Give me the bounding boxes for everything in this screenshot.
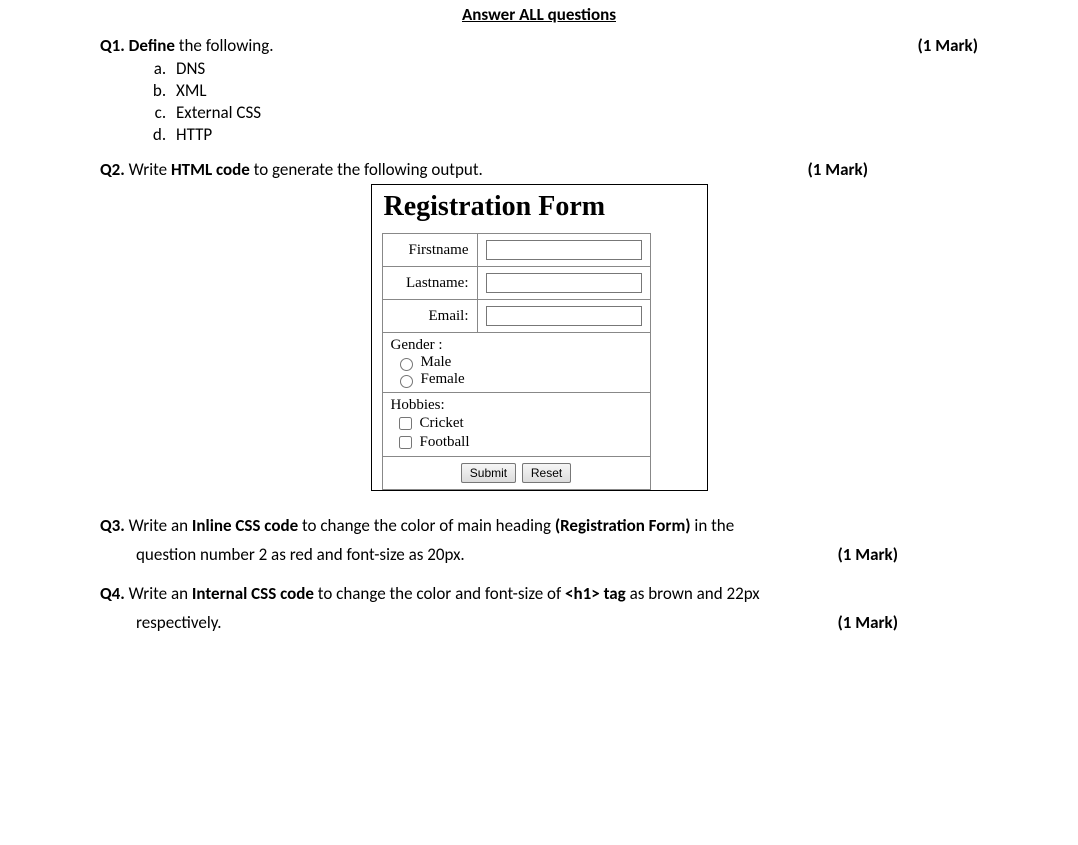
q3-num: Q3. — [100, 515, 125, 536]
q1-rest: the following. — [175, 35, 274, 56]
firstname-label: Firstname — [382, 234, 477, 267]
lastname-cell — [477, 267, 650, 300]
q3-line2-row: question number 2 as red and font-size a… — [136, 544, 978, 565]
q1-item-c: External CSS — [170, 102, 978, 123]
hobby-football-label: Football — [420, 434, 470, 451]
form-heading: Registration Form — [384, 191, 707, 223]
q1-row: Q1. Define the following. (1 Mark) — [100, 35, 978, 56]
gender-row: Gender : Male Female — [382, 333, 650, 393]
q4-post1: as brown and 22px — [626, 583, 760, 604]
q2-pre: Write — [125, 159, 171, 180]
hobby-cricket-checkbox[interactable] — [399, 417, 412, 430]
q3-line2: question number 2 as red and font-size a… — [136, 544, 465, 565]
q2-text: Q2. Write HTML code to generate the foll… — [100, 159, 787, 180]
q3-mid: to change the color of main heading — [298, 515, 555, 536]
gender-male-label: Male — [421, 354, 452, 371]
q1-item-b: XML — [170, 80, 978, 101]
lastname-row: Lastname: — [382, 267, 650, 300]
q2-post: to generate the following output. — [250, 159, 483, 180]
q3-block: Q3. Write an Inline CSS code to change t… — [100, 515, 978, 565]
gender-female-radio[interactable] — [400, 375, 413, 388]
q4-pre: Write an — [125, 583, 192, 604]
q4-line1: Q4. Write an Internal CSS code to change… — [100, 583, 978, 604]
gender-male-row: Male — [395, 354, 642, 371]
lastname-label: Lastname: — [382, 267, 477, 300]
firstname-cell — [477, 234, 650, 267]
q3-bold1: Inline CSS code — [192, 515, 298, 536]
q4-line2: respectively. — [136, 612, 222, 633]
q1-mark: (1 Mark) — [917, 35, 978, 56]
exam-page: Answer ALL questions Q1. Define the foll… — [0, 4, 1078, 673]
q4-mark: (1 Mark) — [837, 612, 898, 633]
registration-form-figure: Registration Form Firstname Lastname: Em… — [371, 184, 708, 491]
q4-mid: to change the color and font-size of — [314, 583, 565, 604]
q1-item-a: DNS — [170, 58, 978, 79]
gender-female-row: Female — [395, 371, 642, 388]
buttons-cell: Submit Reset — [382, 457, 650, 490]
q2-bold: HTML code — [171, 159, 250, 180]
q3-line1: Q3. Write an Inline CSS code to change t… — [100, 515, 978, 536]
lastname-input[interactable] — [486, 273, 642, 293]
email-row: Email: — [382, 300, 650, 333]
q3-bold2: (Registration Form) — [555, 515, 691, 536]
buttons-row: Submit Reset — [382, 457, 650, 490]
q3-mark: (1 Mark) — [837, 544, 898, 565]
email-cell — [477, 300, 650, 333]
form-table: Firstname Lastname: Email: Gender : Male — [382, 233, 651, 490]
q1-num: Q1. — [100, 35, 125, 56]
q2-num: Q2. — [100, 159, 125, 180]
q1-text: Q1. Define the following. — [100, 35, 897, 56]
q4-block: Q4. Write an Internal CSS code to change… — [100, 583, 978, 633]
submit-button[interactable]: Submit — [461, 463, 516, 483]
q2-row: Q2. Write HTML code to generate the foll… — [100, 159, 978, 180]
q4-num: Q4. — [100, 583, 125, 604]
q4-bold2: <h1> tag — [565, 583, 626, 604]
q4-bold1: Internal CSS code — [192, 583, 314, 604]
gender-male-radio[interactable] — [400, 358, 413, 371]
gender-label: Gender : — [391, 337, 642, 354]
gender-female-label: Female — [421, 371, 465, 388]
hobby-cricket-label: Cricket — [420, 415, 464, 432]
q1-item-d: HTTP — [170, 124, 978, 145]
q4-line2-row: respectively. (1 Mark) — [136, 612, 978, 633]
email-label: Email: — [382, 300, 477, 333]
hobbies-cell: Hobbies: Cricket Football — [382, 393, 650, 457]
reset-button[interactable]: Reset — [522, 463, 571, 483]
hobby-football-row: Football — [395, 433, 642, 452]
gender-cell: Gender : Male Female — [382, 333, 650, 393]
q1-verb: Define — [129, 35, 175, 56]
q3-pre: Write an — [125, 515, 192, 536]
email-input[interactable] — [486, 306, 642, 326]
instruction-heading: Answer ALL questions — [100, 4, 978, 25]
firstname-row: Firstname — [382, 234, 650, 267]
firstname-input[interactable] — [486, 240, 642, 260]
hobby-football-checkbox[interactable] — [399, 436, 412, 449]
q1-list: DNS XML External CSS HTTP — [140, 58, 978, 145]
hobby-cricket-row: Cricket — [395, 414, 642, 433]
hobbies-label: Hobbies: — [391, 397, 642, 414]
hobbies-row: Hobbies: Cricket Football — [382, 393, 650, 457]
q3-post1: in the — [691, 515, 735, 536]
q2-mark: (1 Mark) — [807, 159, 868, 180]
